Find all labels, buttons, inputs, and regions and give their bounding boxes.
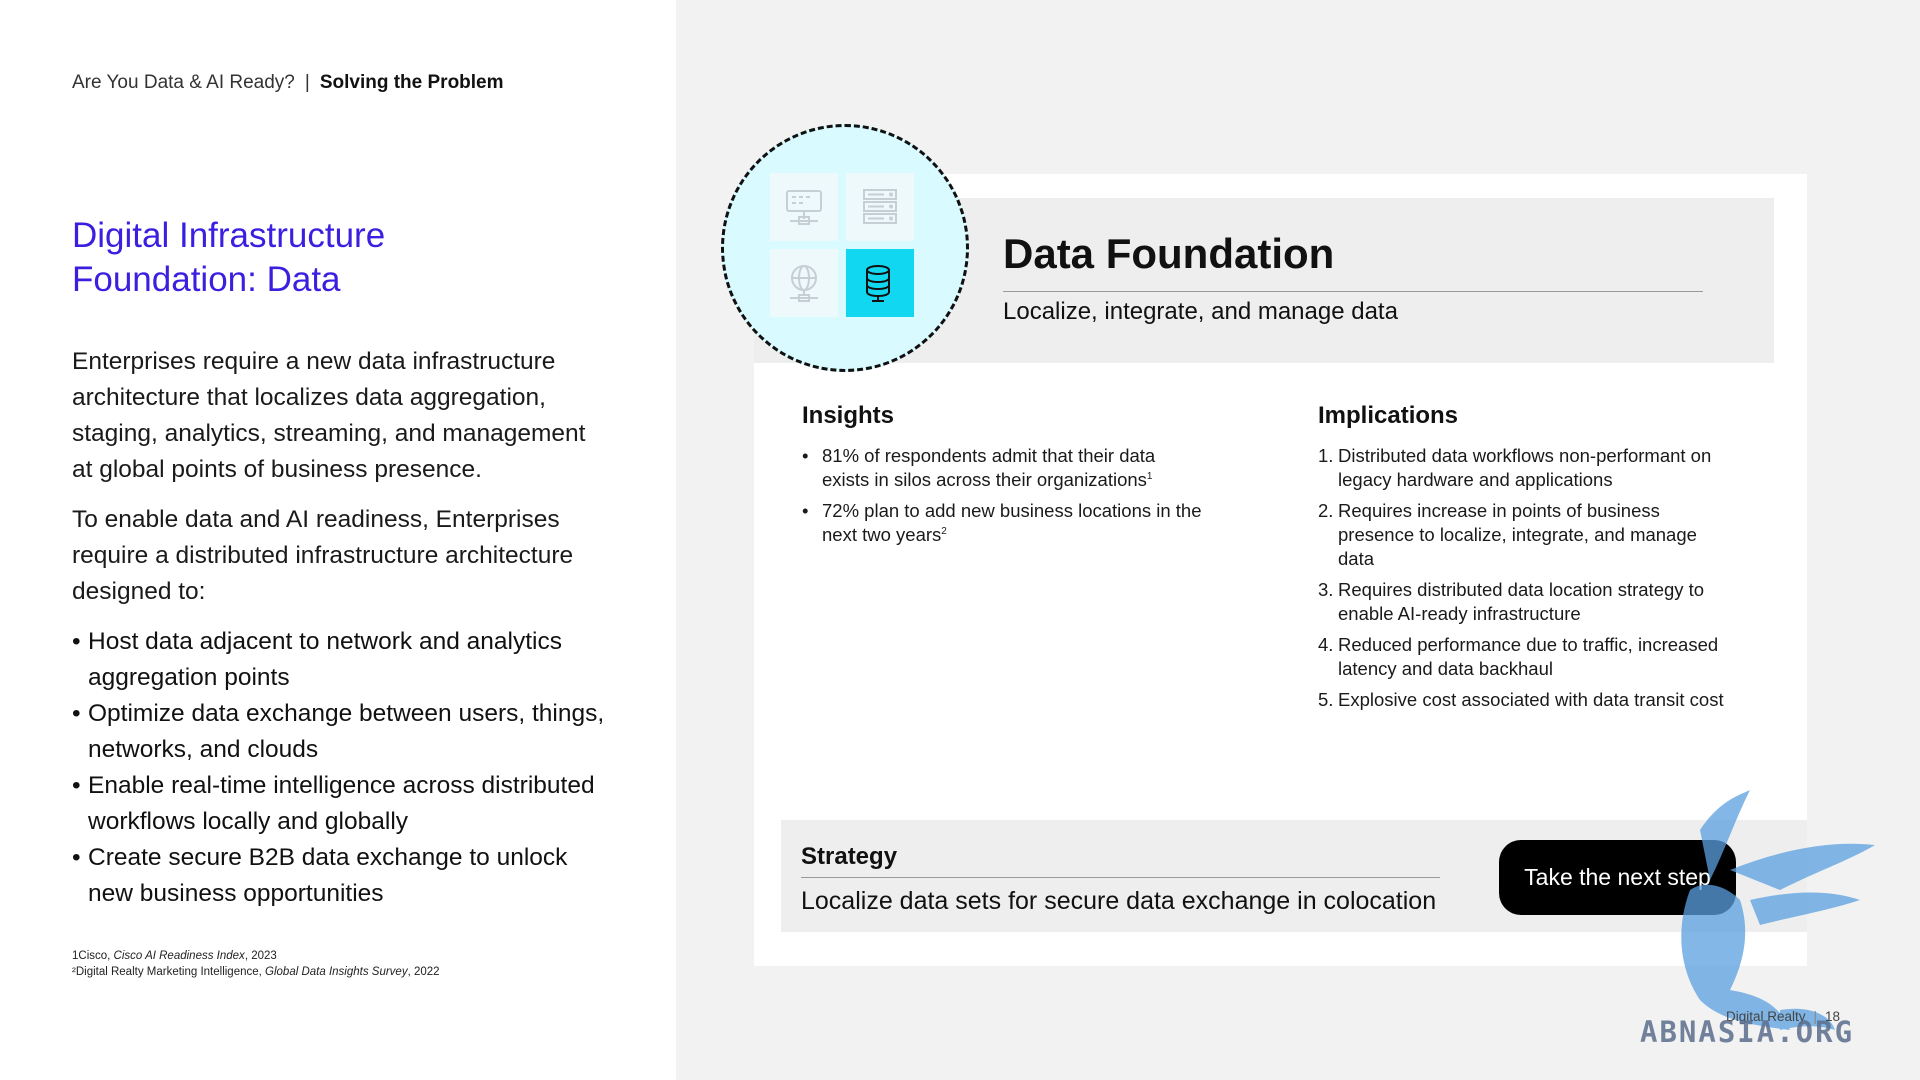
- insight-text: 72% plan to add new business locations i…: [822, 500, 1202, 545]
- intro-text: Enterprises require a new data infrastru…: [72, 344, 612, 912]
- strategy-heading: Strategy: [801, 843, 898, 870]
- implications-heading: Implications: [1318, 402, 1459, 429]
- implication-number: 2.: [1318, 500, 1334, 521]
- footnote-1-prefix: 1Cisco,: [72, 950, 114, 962]
- page-title: Digital Infrastructure Foundation: Data: [72, 214, 632, 302]
- implication-text: Requires increase in points of business …: [1338, 500, 1697, 569]
- implications-list: 1. Distributed data workflows non-perform…: [1318, 444, 1728, 719]
- implication-item: 3. Requires distributed data location str…: [1318, 578, 1728, 626]
- server-rack-icon: [770, 173, 838, 241]
- intro-bullet: Host data adjacent to network and analyt…: [72, 624, 612, 696]
- implication-text: Explosive cost associated with data tran…: [1338, 689, 1724, 710]
- strategy-divider: [801, 877, 1440, 878]
- footnote-2: ²Digital Realty Marketing Intelligence, …: [72, 964, 440, 980]
- footnotes: 1Cisco, Cisco AI Readiness Index, 2023 ²…: [72, 948, 440, 980]
- intro-paragraph-1: Enterprises require a new data infrastru…: [72, 348, 586, 483]
- intro-paragraph-2: To enable data and AI readiness, Enterpr…: [72, 506, 574, 605]
- intro-bullet: Enable real-time intelligence across dis…: [72, 768, 612, 840]
- page-title-line-2: Foundation: Data: [72, 260, 341, 299]
- server-stack-icon: [846, 173, 914, 241]
- implication-item: 2. Requires increase in points of busines…: [1318, 499, 1728, 571]
- intro-bullet-list: Host data adjacent to network and analyt…: [72, 624, 612, 912]
- implication-text: Reduced performance due to traffic, incr…: [1338, 634, 1719, 679]
- strategy-text: Localize data sets for secure data excha…: [801, 887, 1437, 915]
- page-title-line-1: Digital Infrastructure: [72, 216, 386, 255]
- implication-item: 1. Distributed data workflows non-perform…: [1318, 444, 1728, 492]
- implication-number: 5.: [1318, 689, 1334, 710]
- footnote-2-suffix: , 2022: [407, 966, 440, 978]
- footnote-ref: 2: [941, 525, 947, 537]
- footnote-1-suffix: , 2023: [244, 950, 277, 962]
- intro-bullet: Create secure B2B data exchange to unloc…: [72, 840, 612, 912]
- footnote-1-title: Cisco AI Readiness Index: [113, 950, 245, 962]
- insights-heading: Insights: [802, 402, 895, 429]
- take-next-step-button[interactable]: Take the next step: [1499, 840, 1736, 915]
- implication-number: 3.: [1318, 579, 1334, 600]
- insight-item: 72% plan to add new business locations i…: [802, 499, 1202, 547]
- breadcrumb: Are You Data & AI Ready? | Solving the Pro…: [72, 72, 504, 94]
- foundation-subtitle: Localize, integrate, and manage data: [1003, 298, 1398, 325]
- footnote-2-prefix: ²Digital Realty Marketing Intelligence,: [72, 966, 266, 978]
- footnote-2-title: Global Data Insights Survey: [265, 966, 408, 978]
- database-icon: [846, 249, 914, 317]
- breadcrumb-separator: |: [304, 72, 310, 93]
- foundation-divider: [1003, 291, 1703, 292]
- foundation-title: Data Foundation: [1003, 230, 1335, 277]
- insight-text: 81% of respondents admit that their data…: [822, 445, 1156, 490]
- icon-circle: [721, 124, 969, 372]
- implication-item: 4. Reduced performance due to traffic, in…: [1318, 633, 1728, 681]
- implication-text: Requires distributed data location strat…: [1338, 579, 1705, 624]
- implication-item: 5. Explosive cost associated with data tr…: [1318, 688, 1728, 712]
- watermark-text: ABNASIA.ORG: [1640, 1015, 1855, 1049]
- footnote-ref: 1: [1146, 470, 1153, 482]
- footnote-1: 1Cisco, Cisco AI Readiness Index, 2023: [72, 948, 440, 964]
- implication-number: 4.: [1318, 634, 1334, 655]
- insights-list: 81% of respondents admit that their data…: [802, 444, 1202, 554]
- breadcrumb-section[interactable]: Are You Data & AI Ready?: [72, 72, 295, 93]
- breadcrumb-current: Solving the Problem: [319, 72, 504, 93]
- globe-network-icon: [770, 249, 838, 317]
- implication-number: 1.: [1318, 445, 1334, 466]
- left-panel: Are You Data & AI Ready? | Solving the Pro…: [0, 0, 676, 1080]
- intro-bullet: Optimize data exchange between users, th…: [72, 696, 612, 768]
- implication-text: Distributed data workflows non-performan…: [1338, 445, 1712, 490]
- insight-item: 81% of respondents admit that their data…: [802, 444, 1202, 492]
